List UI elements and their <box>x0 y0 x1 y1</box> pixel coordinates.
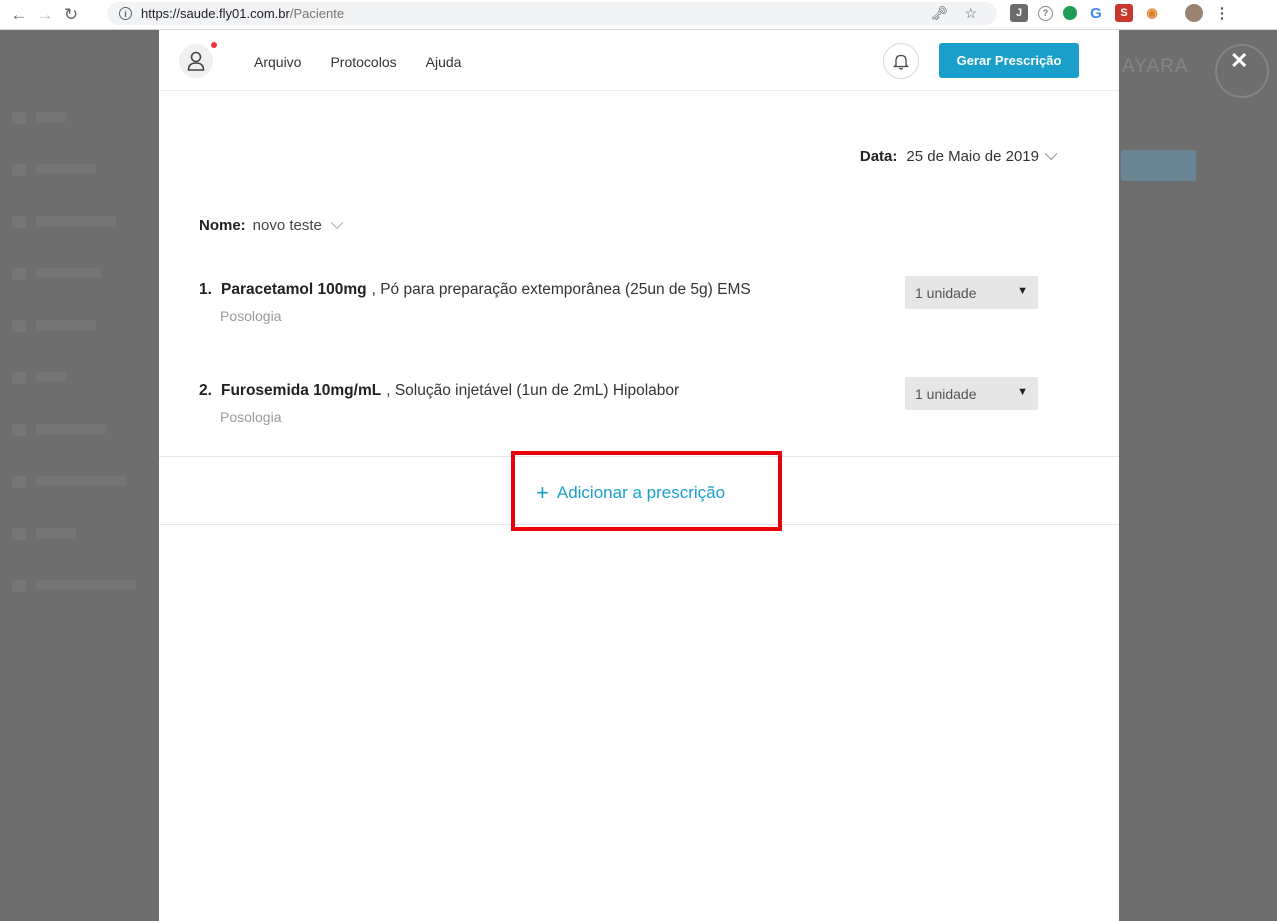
date-label: Data: <box>859 148 898 165</box>
dropdown-arrow-icon: ▼ <box>1017 285 1028 297</box>
prescription-item: 2. Furosemida 10mg/mL , Solução injetáve… <box>199 377 1079 425</box>
back-icon[interactable]: ← <box>6 2 32 28</box>
background-header-right: AYARA <box>1119 30 1277 921</box>
quantity-value: 1 unidade <box>915 385 977 402</box>
extension-owl-icon[interactable]: ◉ <box>1143 4 1161 22</box>
menu-protocolos[interactable]: Protocolos <box>330 54 396 70</box>
notification-dot <box>211 42 217 48</box>
item-drug-name: Paracetamol 100mg <box>221 281 367 298</box>
extension-s-icon[interactable]: S <box>1115 4 1133 22</box>
gerar-prescricao-button[interactable]: Gerar Prescrição <box>939 43 1079 78</box>
menu-dots-icon[interactable]: ⋮ <box>1213 4 1231 22</box>
key-icon[interactable]: 🗝 <box>931 5 949 22</box>
url-host: https://saude.fly01.com.br <box>141 6 290 21</box>
reload-icon[interactable]: ↻ <box>58 2 84 28</box>
top-menu: Arquivo Protocolos Ajuda <box>254 54 461 70</box>
posologia-field[interactable]: Posologia <box>220 409 1079 425</box>
menu-ajuda[interactable]: Ajuda <box>426 54 462 70</box>
item-drug-name: Furosemida 10mg/mL <box>221 382 382 399</box>
menu-arquivo[interactable]: Arquivo <box>254 54 301 70</box>
quantity-value: 1 unidade <box>915 284 977 301</box>
address-bar[interactable]: i https://saude.fly01.com.br/Paciente <box>107 2 997 25</box>
chevron-down-icon <box>330 216 344 230</box>
quantity-select[interactable]: 1 unidade ▼ <box>905 377 1038 410</box>
google-icon[interactable]: G <box>1087 4 1105 22</box>
name-value: novo teste <box>252 217 322 234</box>
modal-topbar: Arquivo Protocolos Ajuda Gerar Prescriçã… <box>159 30 1119 91</box>
date-selector[interactable]: Data: 25 de Maio de 2019 <box>859 147 1058 165</box>
close-icon[interactable]: ✕ <box>1230 48 1248 74</box>
name-selector[interactable]: Nome: novo teste <box>199 216 344 234</box>
background-button <box>1121 150 1196 181</box>
posologia-field[interactable]: Posologia <box>220 308 1079 324</box>
browser-toolbar: ← → ↻ i https://saude.fly01.com.br/Pacie… <box>0 0 1277 30</box>
highlight-box <box>511 451 782 531</box>
url-path: /Paciente <box>289 6 345 21</box>
dropdown-arrow-icon: ▼ <box>1017 386 1028 398</box>
extension-j-icon[interactable]: J <box>1010 4 1028 22</box>
quantity-select[interactable]: 1 unidade ▼ <box>905 276 1038 309</box>
bell-button[interactable] <box>883 43 919 79</box>
user-icon <box>187 51 205 71</box>
item-description: , Pó para preparação extemporânea (25un … <box>371 281 751 298</box>
background-user-name: AYARA <box>1122 56 1189 77</box>
date-value: 25 de Maio de 2019 <box>906 148 1039 165</box>
name-label: Nome: <box>199 217 246 234</box>
help-icon[interactable]: ? <box>1038 5 1053 21</box>
background-sidebar <box>0 30 159 921</box>
forward-icon[interactable]: → <box>32 2 58 28</box>
bell-icon <box>893 54 909 70</box>
extension-green-icon[interactable] <box>1063 6 1077 20</box>
profile-avatar-icon[interactable] <box>1185 4 1203 22</box>
info-icon[interactable]: i <box>119 7 132 20</box>
prescription-item: 1. Paracetamol 100mg , Pó para preparaçã… <box>199 276 1079 324</box>
item-number: 2. <box>199 382 212 399</box>
item-description: , Solução injetável (1un de 2mL) Hipolab… <box>386 382 680 399</box>
item-number: 1. <box>199 281 212 298</box>
user-avatar[interactable] <box>179 44 213 78</box>
chevron-down-icon <box>1044 147 1058 161</box>
star-icon[interactable]: ☆ <box>964 5 977 22</box>
